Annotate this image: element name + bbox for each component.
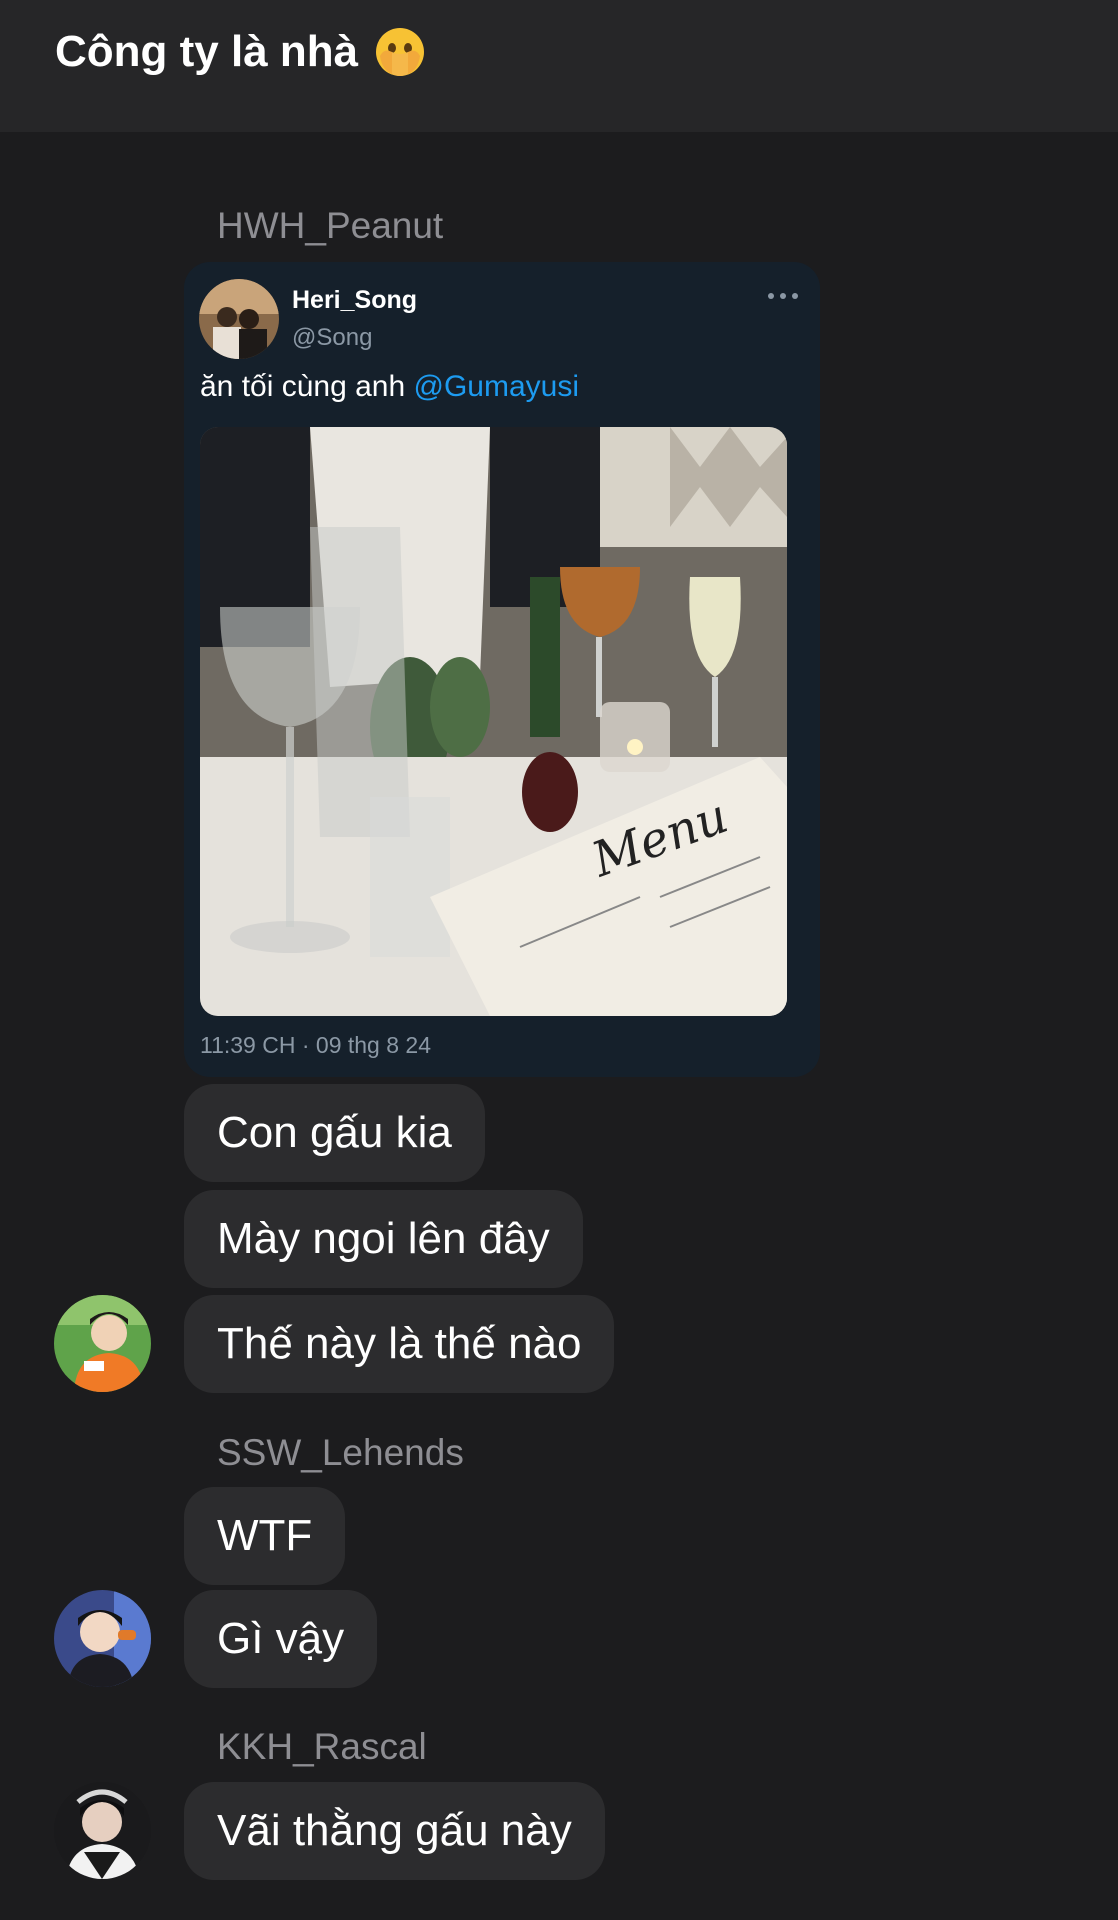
message-bubble[interactable]: WTF bbox=[184, 1487, 346, 1585]
tweet-timestamp: 11:39 CH · 09 thg 8 24 bbox=[200, 1032, 431, 1058]
tweet-photo[interactable]: Menu bbox=[200, 427, 787, 1016]
tweet-mention-link[interactable]: @Gumayusi bbox=[414, 370, 580, 403]
message-bubble[interactable]: Mày ngoi lên đây bbox=[184, 1190, 583, 1288]
chat-title[interactable]: Công ty là nhà bbox=[55, 26, 426, 78]
avatar-kkh-rascal[interactable] bbox=[54, 1782, 151, 1879]
tweet-author-name[interactable]: Heri_Song bbox=[292, 286, 417, 315]
face-with-hands-over-mouth-emoji-icon bbox=[376, 28, 425, 76]
sender-name: KKH_Rascal bbox=[217, 1726, 427, 1767]
avatar-image bbox=[54, 1295, 151, 1392]
tweet-author-avatar[interactable] bbox=[199, 279, 279, 359]
tweet-text-body: ăn tối cùng anh bbox=[200, 370, 414, 403]
avatar-image bbox=[54, 1590, 151, 1687]
chat-title-text: Công ty là nhà bbox=[55, 27, 359, 76]
message-bubble[interactable]: Vãi thằng gấu này bbox=[184, 1782, 605, 1880]
chat-header: Công ty là nhà bbox=[0, 0, 1118, 132]
avatar-ssw-lehends[interactable] bbox=[54, 1590, 151, 1687]
tweet-author-handle[interactable]: @Song bbox=[292, 324, 372, 352]
ellipsis-icon[interactable] bbox=[768, 290, 798, 302]
message-bubble[interactable]: Thế này là thế nào bbox=[184, 1295, 615, 1393]
tweet-text: ăn tối cùng anh @Gumayusi bbox=[200, 370, 579, 404]
embedded-tweet-card[interactable]: Heri_Song @Song ăn tối cùng anh @Gumayus… bbox=[184, 262, 820, 1077]
message-bubble[interactable]: Con gấu kia bbox=[184, 1084, 485, 1182]
dinner-table-photo: Menu bbox=[200, 427, 787, 1016]
sender-name: HWH_Peanut bbox=[217, 205, 444, 246]
sender-name: SSW_Lehends bbox=[217, 1432, 464, 1473]
avatar-hwh-peanut[interactable] bbox=[54, 1295, 151, 1392]
message-bubble[interactable]: Gì vậy bbox=[184, 1590, 378, 1688]
avatar-image bbox=[54, 1782, 151, 1879]
avatar-image bbox=[199, 279, 279, 359]
